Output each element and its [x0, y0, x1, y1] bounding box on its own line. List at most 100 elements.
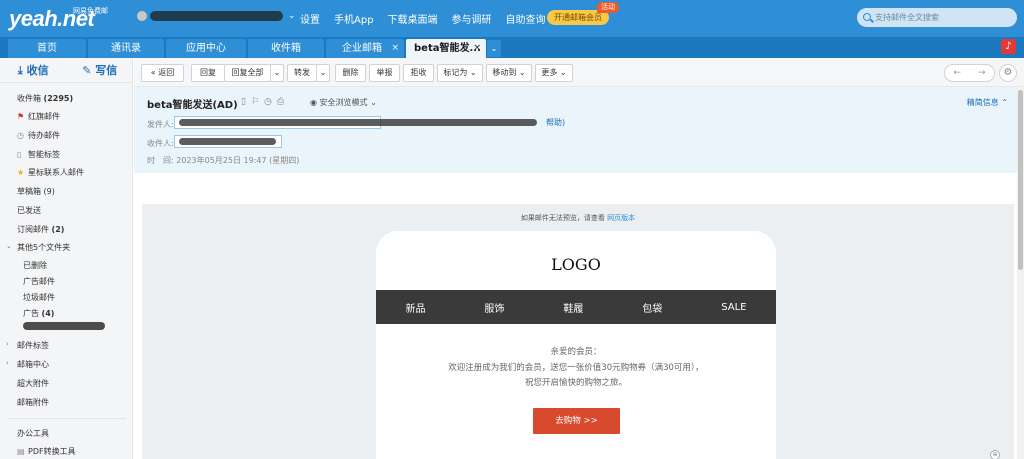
close-icon[interactable]: × — [391, 39, 399, 58]
print-icon[interactable]: ⎙ — [277, 97, 289, 107]
tab-home[interactable]: 首页 — [8, 39, 86, 58]
mark-as-dropdown[interactable]: 标记为 ⌄ — [437, 64, 483, 82]
forward-button[interactable]: 转发 — [287, 64, 317, 82]
reject-button[interactable]: 拒收 — [403, 64, 434, 82]
sidebar-item-smart-tag[interactable]: ▯ 智能标签 — [17, 149, 60, 160]
newsletter-nav: 新品 服饰 鞋履 包袋 SALE — [376, 290, 776, 324]
search-input[interactable]: 支持邮件全文搜索 — [857, 8, 1017, 27]
close-icon[interactable]: × — [473, 39, 481, 58]
edit-icon: ✎ — [82, 64, 92, 77]
greeting-line-1: 亲爱的会员： — [550, 347, 602, 357]
sidebar-item-inbox[interactable]: 收件箱 (2295) — [17, 93, 73, 104]
compose-button[interactable]: ✎ 写信 — [67, 62, 134, 78]
sidebar-item-other-folders[interactable]: 其他5个文件夹 — [17, 242, 70, 253]
tab-current-mail[interactable]: beta智能发... × — [406, 39, 486, 58]
chevron-down-icon: ⌄ — [319, 68, 327, 77]
mail-header: beta智能发送(AD) ▯⚐◷⎙ ◉ 安全浏览模式 ⌄ 精简信息 ⌃ 发件人:… — [134, 87, 1017, 173]
sidebar-item-mail-attach[interactable]: 邮箱附件 — [17, 397, 49, 408]
sidebar-item-subscriptions[interactable]: 订阅邮件 (2) — [17, 224, 64, 235]
brief-info-toggle[interactable]: 精简信息 ⌃ — [967, 97, 1008, 108]
shop-now-button[interactable]: 去购物 >> — [533, 408, 620, 434]
mail-body: 如果邮件无法预览，请查看 网页版本 LOGO 新品 服饰 鞋履 包袋 SALE … — [142, 204, 1014, 459]
sidebar-item-pdf-tool[interactable]: ▤ PDF转换工具 — [17, 446, 76, 457]
bookmark-icon: ▯ — [17, 150, 22, 159]
star-icon: ★ — [17, 168, 25, 177]
chevron-down-icon: ⌄ — [518, 68, 526, 77]
tab-enterprise[interactable]: 企业邮箱 × — [326, 39, 404, 58]
sidebar-item-star-contacts[interactable]: ★ 星标联系人邮件 — [17, 167, 84, 178]
help-link[interactable]: 帮助) — [546, 117, 565, 128]
shield-icon: ◉ — [310, 98, 317, 107]
settings-link[interactable]: 设置 — [300, 11, 320, 26]
chevron-down-icon: ⌄ — [370, 98, 377, 107]
forward-options-button[interactable]: ⌄ — [316, 64, 330, 82]
sidebar-item-flagged[interactable]: ⚑ 红旗邮件 — [17, 111, 60, 122]
safe-mode-dropdown[interactable]: ◉ 安全浏览模式 ⌄ — [310, 97, 377, 108]
sender-redacted — [179, 119, 537, 126]
back-button[interactable]: « 返回 — [141, 64, 184, 82]
music-icon[interactable]: ♪ — [1001, 39, 1016, 54]
greeting-line-2: 欢迎注册成为我们的会员，送您一张价值30元购物券（满30可用）， — [448, 363, 704, 373]
web-version-link[interactable]: 网页版本 — [607, 214, 635, 222]
zoom-icon[interactable]: ⊕ — [990, 450, 1000, 459]
sidebar-item-drafts[interactable]: 草稿箱 (9) — [17, 186, 55, 197]
mail-subject: beta智能发送(AD) — [147, 100, 238, 111]
mail-time: 时 间: 2023年05月25日 19:47 (星期四) — [147, 156, 300, 165]
chevron-down-icon[interactable]: ⌄ — [487, 40, 501, 57]
clock-icon[interactable]: ◷ — [264, 97, 277, 107]
report-button[interactable]: 举报 — [369, 64, 400, 82]
sidebar-item-ad[interactable]: 广告 (4) — [23, 308, 54, 319]
flag-icon: ⚑ — [17, 112, 25, 121]
receive-button[interactable]: ⤓ 收信 — [0, 62, 67, 78]
survey-link[interactable]: 参与调研 — [452, 11, 492, 26]
tab-inbox[interactable]: 收件箱 — [248, 39, 324, 58]
scrollbar-thumb[interactable] — [1018, 90, 1023, 270]
sidebar-item-deleted[interactable]: 已删除 — [23, 260, 47, 271]
desktop-download-link[interactable]: 下载桌面端 — [388, 11, 438, 26]
nav-item[interactable]: 包袋 — [642, 300, 662, 315]
search-icon — [863, 13, 871, 21]
search-placeholder: 支持邮件全文搜索 — [875, 13, 939, 22]
tab-contacts[interactable]: 通讯录 — [88, 39, 164, 58]
download-icon: ⤓ — [17, 64, 23, 77]
sidebar-item-mail-tags[interactable]: 邮件标签 — [17, 340, 49, 351]
tab-current-label: beta智能发... — [414, 43, 481, 54]
sidebar-item-large-attach[interactable]: 超大附件 — [17, 378, 49, 389]
flag-icon[interactable]: ⚐ — [251, 97, 264, 107]
gear-icon[interactable]: ⚙ — [999, 64, 1017, 82]
tab-apps[interactable]: 应用中心 — [166, 39, 246, 58]
mail-header-icons: ▯⚐◷⎙ — [241, 97, 289, 107]
chevron-right-icon[interactable]: › — [6, 359, 9, 367]
reply-options-button[interactable]: ⌄ — [270, 64, 284, 82]
delete-button[interactable]: 删除 — [335, 64, 366, 82]
sidebar-item-todo[interactable]: ◷ 待办邮件 — [17, 130, 60, 141]
sidebar: ⤓ 收信 ✎ 写信 收件箱 (2295) ⚑ 红旗邮件 ◷ 待办邮件 ▯ 智能标签 ★… — [0, 58, 133, 459]
mobile-app-link[interactable]: 手机App — [334, 11, 374, 26]
sidebar-item-mail-center[interactable]: 邮箱中心 — [17, 359, 49, 370]
nav-item[interactable]: 新品 — [405, 300, 425, 315]
move-to-dropdown[interactable]: 移动到 ⌄ — [486, 64, 532, 82]
account-switcher[interactable]: ⌄ — [137, 11, 296, 21]
sidebar-item-office-tools[interactable]: 办公工具 — [17, 428, 49, 439]
tab-enterprise-label: 企业邮箱 — [342, 43, 382, 54]
sidebar-item-ad-mail[interactable]: 广告邮件 — [23, 276, 55, 287]
self-query-link[interactable]: 自助查询 — [506, 11, 546, 26]
brand-tagline: 网易免费邮 — [73, 7, 108, 15]
chevron-down-icon: ⌄ — [273, 68, 281, 77]
reply-button[interactable]: 回复 — [191, 64, 225, 82]
sidebar-item-sent[interactable]: 已发送 — [17, 205, 41, 216]
nav-item[interactable]: 服饰 — [484, 300, 504, 315]
mail-nav-arrows: ← → — [944, 64, 995, 82]
chevron-down-icon[interactable]: ⌄ — [6, 242, 12, 250]
more-dropdown[interactable]: 更多 ⌄ — [535, 64, 573, 82]
arrow-right-icon[interactable]: → — [970, 65, 995, 81]
nav-item[interactable]: SALE — [721, 302, 746, 313]
sidebar-item-redacted[interactable] — [23, 322, 105, 330]
tab-bar: 首页 通讯录 应用中心 收件箱 企业邮箱 × beta智能发... × ⌄ ♪ — [0, 37, 1024, 58]
arrow-left-icon[interactable]: ← — [945, 65, 970, 81]
nav-item[interactable]: 鞋履 — [563, 300, 583, 315]
bookmark-icon[interactable]: ▯ — [241, 97, 251, 107]
chevron-right-icon[interactable]: › — [6, 340, 9, 348]
sidebar-item-spam[interactable]: 垃圾邮件 — [23, 292, 55, 303]
reply-all-button[interactable]: 回复全部 — [224, 64, 271, 82]
